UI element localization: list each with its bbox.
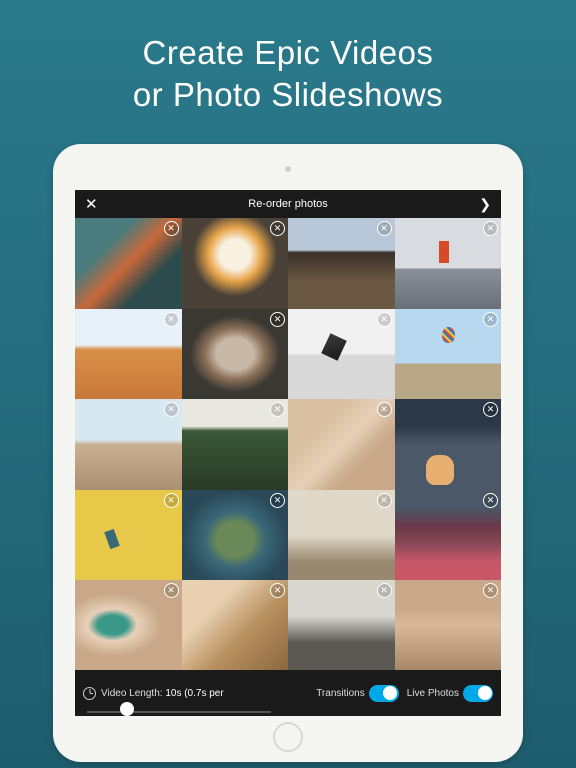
- live-photos-toggle[interactable]: [463, 685, 493, 702]
- remove-photo-icon[interactable]: [164, 583, 179, 598]
- app-screen: ✕ Re-order photos ❯: [75, 190, 501, 716]
- remove-photo-icon[interactable]: [377, 312, 392, 327]
- photo-thumb[interactable]: [395, 580, 502, 670]
- video-length-slider[interactable]: [87, 711, 271, 713]
- remove-photo-icon[interactable]: [483, 312, 498, 327]
- bottom-bar: Video Length: 10s (0.7s per Transitions …: [75, 670, 501, 716]
- live-photos-label: Live Photos: [407, 688, 459, 699]
- photo-thumb[interactable]: [288, 218, 395, 308]
- photo-grid: [75, 218, 501, 670]
- remove-photo-icon[interactable]: [483, 221, 498, 236]
- photo-thumb[interactable]: [75, 490, 182, 580]
- remove-photo-icon[interactable]: [377, 402, 392, 417]
- photo-thumb[interactable]: [75, 309, 182, 399]
- photo-thumb[interactable]: [75, 218, 182, 308]
- tablet-frame: ✕ Re-order photos ❯: [53, 144, 523, 762]
- photo-thumb[interactable]: [395, 218, 502, 308]
- photo-thumb[interactable]: [395, 490, 502, 580]
- remove-photo-icon[interactable]: [483, 583, 498, 598]
- top-bar: ✕ Re-order photos ❯: [75, 190, 501, 218]
- remove-photo-icon[interactable]: [164, 221, 179, 236]
- clock-icon: [83, 687, 96, 700]
- remove-photo-icon[interactable]: [164, 312, 179, 327]
- photo-thumb[interactable]: [288, 399, 395, 489]
- photo-thumb[interactable]: [182, 218, 289, 308]
- tablet-camera-dot: [285, 166, 291, 172]
- photo-thumb[interactable]: [288, 580, 395, 670]
- photo-thumb[interactable]: [288, 490, 395, 580]
- close-icon[interactable]: ✕: [85, 195, 98, 213]
- remove-photo-icon[interactable]: [164, 493, 179, 508]
- photo-thumb[interactable]: [288, 309, 395, 399]
- remove-photo-icon[interactable]: [377, 583, 392, 598]
- photo-thumb[interactable]: [182, 399, 289, 489]
- photo-thumb[interactable]: [75, 580, 182, 670]
- heading-line2: or Photo Slideshows: [133, 76, 443, 113]
- photo-thumb[interactable]: [182, 580, 289, 670]
- screen-title: Re-order photos: [248, 198, 328, 210]
- heading-line1: Create Epic Videos: [143, 34, 434, 71]
- remove-photo-icon[interactable]: [483, 402, 498, 417]
- remove-photo-icon[interactable]: [270, 583, 285, 598]
- promo-heading: Create Epic Videos or Photo Slideshows: [0, 0, 576, 144]
- transitions-label: Transitions: [316, 688, 365, 699]
- remove-photo-icon[interactable]: [377, 493, 392, 508]
- video-length-label: Video Length: 10s (0.7s per: [101, 688, 224, 699]
- video-length-value: 10s (0.7s per: [165, 688, 223, 699]
- remove-photo-icon[interactable]: [377, 221, 392, 236]
- photo-thumb[interactable]: [395, 309, 502, 399]
- slider-thumb[interactable]: [120, 702, 134, 716]
- photo-thumb[interactable]: [182, 309, 289, 399]
- remove-photo-icon[interactable]: [483, 493, 498, 508]
- remove-photo-icon[interactable]: [164, 402, 179, 417]
- photo-thumb[interactable]: [75, 399, 182, 489]
- photo-thumb[interactable]: [395, 399, 502, 489]
- photo-thumb[interactable]: [182, 490, 289, 580]
- transitions-toggle[interactable]: [369, 685, 399, 702]
- tablet-home-button: [273, 722, 303, 752]
- remove-photo-icon[interactable]: [270, 402, 285, 417]
- remove-photo-icon[interactable]: [270, 312, 285, 327]
- remove-photo-icon[interactable]: [270, 493, 285, 508]
- chevron-right-icon[interactable]: ❯: [479, 196, 491, 213]
- remove-photo-icon[interactable]: [270, 221, 285, 236]
